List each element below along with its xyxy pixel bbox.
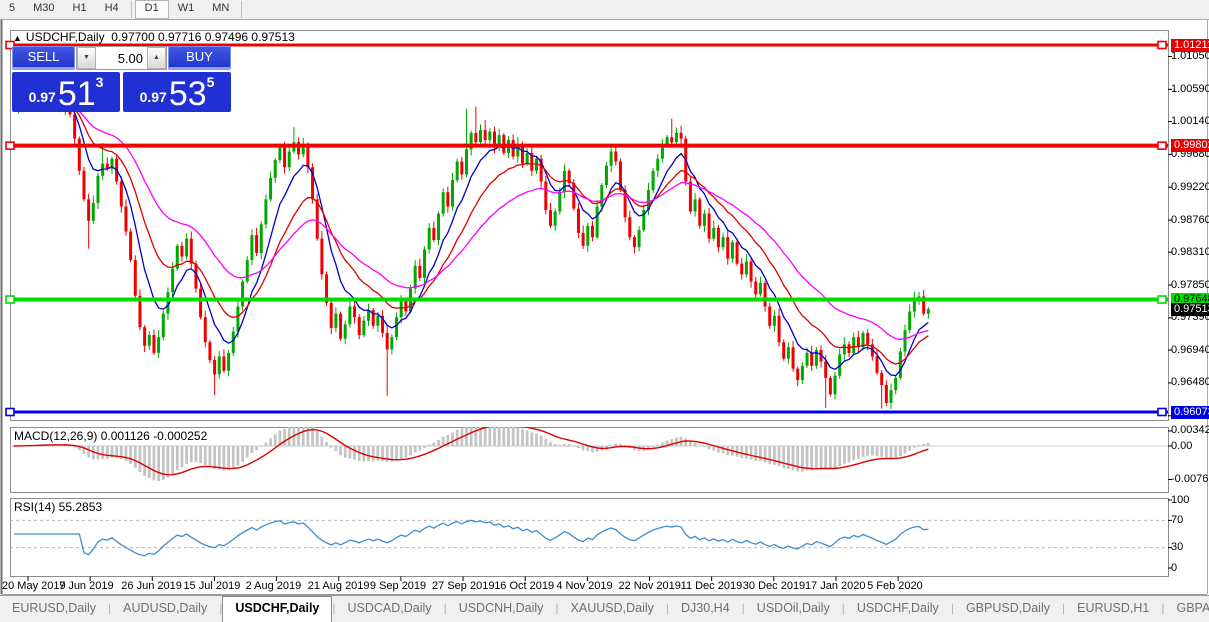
chart-tab-usdchf-daily[interactable]: USDCHF,Daily — [222, 596, 333, 622]
date-axis-label: 2 Aug 2019 — [245, 580, 302, 592]
macd-indicator-label: MACD(12,26,9) 0.001126 -0.000252 — [14, 429, 208, 443]
price-axis-label: 1.01211 — [1171, 38, 1209, 52]
price-axis-label: 0.96940 — [1171, 343, 1209, 356]
price-axis-label: 0.98760 — [1171, 213, 1209, 226]
date-axis-label: 4 Nov 2019 — [556, 580, 613, 592]
chart-tab-gbpaud-h1[interactable]: GBPAUD,H1 — [1164, 596, 1209, 622]
price-axis-label: 1.01050 — [1171, 50, 1209, 62]
chart-tab-eurusd-h1[interactable]: EURUSD,H1 — [1065, 596, 1161, 622]
volume-input[interactable] — [96, 47, 147, 69]
chart-symbol-label: USDCHF,Daily — [25, 30, 105, 44]
rsi-indicator-label: RSI(14) 55.2853 — [14, 500, 103, 514]
date-axis-label: 26 Jun 2019 — [121, 580, 182, 592]
sell-price-pips: 51 — [57, 75, 96, 113]
date-axis-label: 15 Jul 2019 — [183, 580, 241, 592]
chart-marker-icon: ▲ — [13, 33, 22, 43]
date-axis-label: 22 Nov 2019 — [618, 580, 681, 592]
date-axis-label: 16 Oct 2019 — [494, 580, 555, 592]
chart-tab-bar: EURUSD,Daily | AUDUSD,Daily | USDCHF,Daily | U… — [0, 595, 1209, 622]
toolbar-separator — [241, 1, 243, 18]
rsi-axis-label: 70 — [1171, 513, 1184, 526]
timeframe-button-d1[interactable]: D1 — [134, 0, 169, 19]
volume-increase-button[interactable]: ▲ — [147, 47, 166, 69]
buy-price-quote[interactable]: 0.97 53 5 — [123, 72, 231, 112]
rsi-axis-label: 0 — [1171, 561, 1178, 574]
timeframe-button-m30[interactable]: M30 — [24, 0, 63, 19]
one-click-trading-panel: SELL ▼ ▲ BUY 0.97 51 3 0.97 53 5 — [12, 46, 231, 112]
date-axis-label: 7 Jun 2019 — [59, 580, 114, 592]
timeframe-button-5[interactable]: 5 — [0, 0, 24, 19]
chart-tab-usdcnh-daily[interactable]: USDCNH,Daily — [447, 596, 556, 622]
chart-tab-usdoil-daily[interactable]: USDOil,Daily — [745, 596, 842, 622]
buy-price-point: 5 — [206, 74, 215, 90]
buy-price-major: 0.97 — [139, 89, 167, 105]
date-axis-label: 21 Aug 2019 — [307, 580, 370, 592]
buy-price-pips: 53 — [168, 75, 207, 113]
price-axis-label: 0.96073 — [1171, 405, 1209, 419]
date-axis-label: 9 Sep 2019 — [369, 580, 427, 592]
date-axis-label: 20 May 2019 — [2, 580, 66, 592]
chart-ohlc-values: 0.97700 0.97716 0.97496 0.97513 — [111, 30, 295, 44]
timeframe-button-w1[interactable]: W1 — [169, 0, 204, 19]
price-axis-label: 0.97513 — [1171, 302, 1209, 316]
chart-tab-dj30-h4[interactable]: DJ30,H4 — [669, 596, 742, 622]
timeframe-button-h1[interactable]: H1 — [64, 0, 96, 19]
rsi-axis-label: 100 — [1171, 493, 1190, 506]
macd-axis-label: -0.007615 — [1171, 473, 1209, 485]
sell-price-point: 3 — [95, 74, 104, 90]
buy-button[interactable]: BUY — [168, 46, 231, 70]
chart-tab-usdchf-daily[interactable]: USDCHF,Daily — [845, 596, 951, 622]
chart-tab-eurusd-daily[interactable]: EURUSD,Daily — [0, 596, 108, 622]
terminal-window: 5 M30 H1 H4 D1 W1 MN ▲ USDCHF,Daily 0.97700 0.9… — [0, 0, 1209, 622]
timeframe-button-mn[interactable]: MN — [203, 0, 238, 19]
toolbar-separator — [130, 1, 132, 18]
sell-price-major: 0.97 — [28, 89, 56, 105]
price-axis-label: 1.00590 — [1171, 82, 1209, 95]
date-axis-label: 11 Dec 2019 — [680, 580, 743, 592]
date-axis-label: 27 Sep 2019 — [432, 580, 495, 592]
price-axis-label: 0.97850 — [1171, 278, 1209, 291]
volume-decrease-button[interactable]: ▼ — [77, 47, 96, 69]
date-axis-label: 17 Jan 2020 — [804, 580, 866, 592]
macd-axis-label: 0.00 — [1171, 439, 1193, 452]
price-axis-label: 0.99802 — [1171, 139, 1209, 153]
rsi-axis-label: 30 — [1171, 541, 1184, 554]
date-axis-label: 30 Dec 2019 — [742, 580, 806, 592]
price-axis-label: 0.99220 — [1171, 180, 1209, 193]
chart-tab-usdcad-daily[interactable]: USDCAD,Daily — [336, 596, 444, 622]
sell-price-quote[interactable]: 0.97 51 3 — [12, 72, 120, 112]
price-axis-label: 0.96480 — [1171, 376, 1209, 389]
chart-tab-gbpusd-daily[interactable]: GBPUSD,Daily — [954, 596, 1062, 622]
date-axis-label: 5 Feb 2020 — [867, 580, 923, 592]
chart-tab-audusd-daily[interactable]: AUDUSD,Daily — [111, 596, 219, 622]
price-axis-label: 1.00140 — [1171, 115, 1209, 127]
timeframe-toolbar: 5 M30 H1 H4 D1 W1 MN — [0, 0, 1209, 20]
timeframe-button-h4[interactable]: H4 — [96, 0, 128, 19]
volume-stepper: ▼ ▲ — [76, 46, 167, 70]
price-axis-label: 0.98310 — [1171, 245, 1209, 258]
sell-button[interactable]: SELL — [12, 46, 75, 70]
chart-title: ▲ USDCHF,Daily 0.97700 0.97716 0.97496 0.… — [13, 30, 295, 44]
chart-tab-xauusd-daily[interactable]: XAUUSD,Daily — [559, 596, 666, 622]
macd-axis-label: 0.003428 — [1171, 424, 1209, 437]
